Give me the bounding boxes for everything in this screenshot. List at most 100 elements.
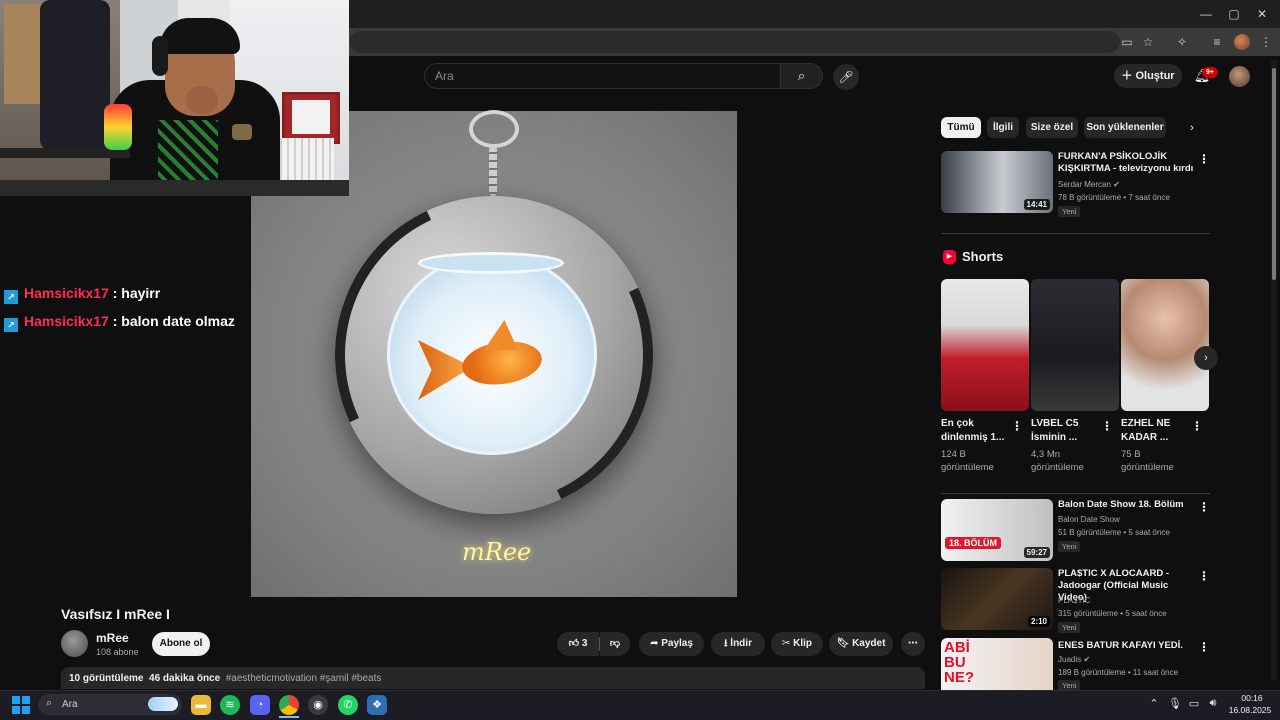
recommendation-meta: 315 görüntüleme • 5 saat önce	[1058, 609, 1167, 618]
recommendation-channel[interactable]: Juadis ✔	[1058, 655, 1090, 664]
extensions-icon[interactable]: ✧	[1173, 33, 1191, 51]
recommendation-thumbnail[interactable]: 2:10	[941, 568, 1053, 630]
chat-message: ↗ Hamsicikx17 : hayirr	[4, 283, 160, 304]
video-description[interactable]: 10 görüntüleme 46 dakika önce #aesthetic…	[61, 667, 925, 689]
taskbar-clock-date[interactable]: 16.08.2025	[1226, 705, 1274, 715]
thumbnail-caption: ABİ BU NE?	[944, 639, 974, 686]
short-thumbnail[interactable]	[1121, 279, 1209, 411]
tray-volume-icon[interactable]: 🔊︎	[1205, 697, 1221, 710]
restore-window-button[interactable]: ▢	[1224, 4, 1244, 24]
search-button[interactable]: ⌕	[781, 63, 823, 89]
browser-profile-avatar[interactable]	[1234, 34, 1250, 50]
thumbs-up-icon: 👍︎	[568, 638, 582, 649]
short-thumbnail[interactable]	[1031, 279, 1119, 411]
chrome-icon[interactable]	[279, 695, 299, 715]
more-options-icon[interactable]: ⋮	[1198, 152, 1210, 166]
short-views: 4,3 Mn görüntüleme	[1031, 449, 1084, 473]
hashtags[interactable]: #aestheticmotivation #şamil #beats	[226, 673, 382, 684]
chip-related[interactable]: İlgili	[987, 117, 1019, 138]
upload-age: 46 dakika önce	[149, 673, 221, 684]
webcam-photo	[292, 100, 330, 134]
minimize-window-button[interactable]: —	[1196, 4, 1216, 24]
shorts-next-button[interactable]: ›	[1194, 346, 1218, 370]
share-icon: ➦	[650, 638, 662, 649]
tray-monitor-icon[interactable]: ▭	[1186, 697, 1202, 710]
more-options-icon[interactable]: ⋮	[1198, 569, 1210, 583]
channel-avatar[interactable]	[61, 630, 88, 657]
new-badge: Yeni	[1058, 622, 1081, 633]
chat-text: balon date olmaz	[121, 313, 235, 329]
recommendation-thumbnail[interactable]: ABİ BU NE?	[941, 638, 1053, 690]
scrollbar-thumb[interactable]	[1272, 68, 1276, 280]
recommendation-title[interactable]: Balon Date Show 18. Bölüm	[1058, 499, 1196, 511]
browser-menu-icon[interactable]: ⋮	[1257, 33, 1275, 51]
webcam-overlay	[0, 0, 349, 196]
like-button[interactable]: 👍︎ 3	[557, 632, 599, 656]
voice-search-button[interactable]: 🎤︎	[833, 64, 859, 90]
tray-chevron-up-icon[interactable]: ⌃	[1146, 697, 1162, 710]
spotify-icon[interactable]: ≋	[220, 695, 240, 715]
more-actions-button[interactable]: ⋯	[901, 632, 925, 656]
shorts-section-title: Shorts	[962, 249, 1004, 264]
chip-all[interactable]: Tümü	[941, 117, 981, 138]
tray-microphone-icon[interactable]: 🎙︎	[1167, 697, 1183, 710]
video-title: Vasıfsız I mRee I	[61, 606, 170, 622]
chip-for-you[interactable]: Size özel	[1026, 117, 1078, 138]
account-avatar[interactable]	[1229, 66, 1250, 87]
webcam-hand	[186, 86, 218, 114]
more-options-icon[interactable]: ⋮	[1198, 640, 1210, 654]
recommendation-title[interactable]: ENES BATUR KAFAYI YEDİ.	[1058, 640, 1196, 652]
discord-icon[interactable]: ◔	[250, 695, 270, 715]
chip-recently-uploaded[interactable]: Son yüklenenler	[1084, 117, 1166, 138]
chat-message: ↗ Hamsicikx17 : balon date olmaz	[4, 311, 235, 332]
reading-list-icon[interactable]: ≡	[1208, 33, 1226, 51]
short-title[interactable]: EZHEL NE KADAR ...	[1121, 417, 1193, 445]
bookmark-star-icon[interactable]: ☆	[1139, 33, 1157, 51]
more-options-icon[interactable]: ⋮	[1191, 419, 1203, 433]
dislike-button[interactable]: 👎︎	[600, 632, 630, 656]
chevron-right-icon[interactable]: ›	[1184, 120, 1200, 136]
short-title[interactable]: En çok dinlenmiş 1...	[941, 417, 1013, 445]
create-button[interactable]: ＋ Oluştur	[1114, 64, 1182, 88]
more-options-icon[interactable]: ⋮	[1198, 500, 1210, 514]
whatsapp-icon[interactable]: ✆	[338, 695, 358, 715]
recommendation-channel[interactable]: Balon Date Show	[1058, 515, 1120, 524]
more-options-icon[interactable]: ⋮	[1011, 419, 1023, 433]
recommendation-thumbnail[interactable]: 18. BÖLÜM 59:27	[941, 499, 1053, 561]
channel-name-text: Juadis	[1058, 655, 1082, 664]
short-title[interactable]: LVBEL C5 İsminin ...	[1031, 417, 1103, 445]
webcam-person-hair	[160, 18, 240, 54]
address-bar[interactable]	[350, 31, 1120, 53]
channel-name[interactable]: mRee	[96, 631, 129, 645]
new-badge: Yeni	[1058, 206, 1081, 217]
search-highlight-icon[interactable]	[148, 697, 178, 711]
recommendation-title[interactable]: FURKAN'A PSİKOLOJİK KIŞKIRTMA - televizy…	[1058, 151, 1196, 175]
recommendation-channel[interactable]: Serdar Mercan ✔	[1058, 180, 1120, 189]
save-button[interactable]: 🔖︎ Kaydet	[829, 632, 893, 656]
channel-name-text: Serdar Mercan	[1058, 180, 1111, 189]
windows-start-icon[interactable]	[12, 696, 30, 714]
chat-separator: :	[108, 313, 122, 329]
obs-icon[interactable]: ◉	[308, 695, 328, 715]
file-explorer-icon[interactable]: ▬	[191, 695, 211, 715]
more-options-icon[interactable]: ⋮	[1101, 419, 1113, 433]
subscribe-button[interactable]: Abone ol	[152, 632, 210, 656]
short-views: 124 B görüntüleme	[941, 449, 994, 473]
clip-button[interactable]: ✂ Klip	[771, 632, 823, 656]
short-thumbnail[interactable]	[941, 279, 1029, 411]
taskbar-clock-time[interactable]: 00:16	[1232, 693, 1272, 703]
recommendation-channel[interactable]: PLA$TIC	[1058, 596, 1090, 605]
cast-icon[interactable]: ▭	[1118, 33, 1136, 51]
short-views: 75 B görüntüleme	[1121, 449, 1174, 473]
download-button[interactable]: ⭳ İndir	[711, 632, 765, 656]
new-badge: Yeni	[1058, 541, 1081, 552]
recommendation-thumbnail[interactable]: 14:41	[941, 151, 1053, 213]
share-label: Paylaş	[661, 638, 693, 649]
search-input[interactable]: Ara	[424, 63, 781, 89]
share-button[interactable]: ➦ Paylaş	[639, 632, 704, 656]
neon-signature: mRee	[462, 538, 532, 566]
fishbowl-rim	[418, 252, 564, 274]
close-window-button[interactable]: ✕	[1252, 4, 1272, 24]
app-cube-icon[interactable]: ❖	[367, 695, 387, 715]
bookmark-icon: 🔖︎	[836, 638, 853, 649]
